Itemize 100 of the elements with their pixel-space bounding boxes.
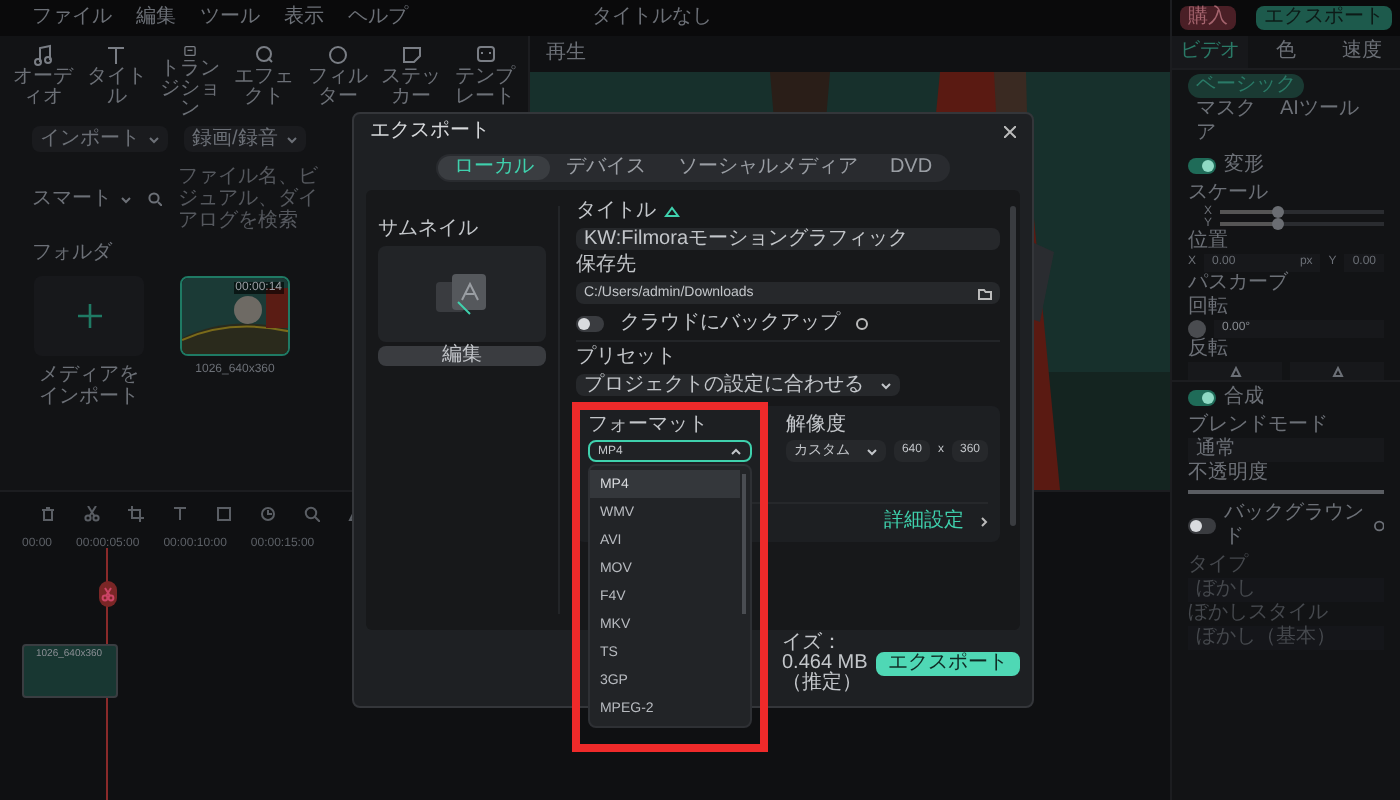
caret-icon: [729, 447, 742, 455]
effect-icon: [254, 44, 274, 66]
caret-icon: [865, 447, 878, 455]
folder-label: フォルダ: [32, 244, 112, 264]
scissors-icon: [84, 506, 100, 522]
field-label: 合成: [1224, 386, 1264, 410]
panel-tab[interactable]: ビデオ: [1172, 36, 1248, 68]
export-button[interactable]: エクスポート: [876, 652, 1020, 676]
toolbar-tab[interactable]: ステッカー: [376, 68, 447, 108]
preview-label: 再生: [546, 44, 586, 64]
menu-item[interactable]: 編集: [136, 8, 176, 28]
panel-subtab[interactable]: マスク: [1188, 98, 1264, 122]
record-dropdown[interactable]: 録画/録音: [184, 126, 306, 152]
thumbnail-preview[interactable]: [378, 246, 546, 342]
advanced-settings-link[interactable]: 詳細設定: [884, 510, 964, 534]
file-size-label: イズ：0.464 MB（推定）: [782, 634, 870, 694]
toggle-label: クラウドにバックアップ: [619, 312, 840, 336]
dialog-tab[interactable]: ローカル: [437, 156, 550, 180]
toggle-switch[interactable]: [1188, 518, 1216, 534]
panel-tab[interactable]: 速度: [1324, 36, 1400, 68]
field-label: タイトル: [575, 200, 656, 224]
rotation-knob[interactable]: [1188, 320, 1206, 338]
export-button[interactable]: エクスポート: [1256, 6, 1392, 30]
field-label: フォーマット: [587, 414, 710, 438]
toolbar-tab[interactable]: トランジション: [155, 60, 226, 120]
field-label: パスカーブ: [1188, 272, 1288, 296]
field-label: ぼかしスタイル: [1188, 602, 1328, 625]
crop-icon: [128, 506, 144, 522]
template-icon: [475, 44, 496, 66]
caret-icon: [285, 135, 298, 143]
menu-item[interactable]: ファイル: [32, 8, 112, 28]
chevron-right-icon: [980, 516, 988, 528]
scrollbar[interactable]: [1010, 206, 1016, 526]
ai-image-icon: [431, 272, 492, 316]
clock-icon: [260, 506, 276, 522]
scissors-icon: [98, 580, 118, 608]
help-icon: [855, 318, 868, 330]
section-label: サムネイル: [378, 218, 480, 242]
caret-icon: [120, 195, 132, 203]
menu-item[interactable]: 表示: [284, 8, 324, 28]
caret-icon: [148, 135, 160, 143]
field-label: 保存先: [575, 254, 638, 278]
toolbar-tab[interactable]: オーディオ: [8, 68, 78, 108]
search-icon: [148, 192, 162, 206]
field-label: 回転: [1188, 296, 1228, 320]
close-icon: [1004, 126, 1016, 138]
panel-subtab[interactable]: ベーシック: [1188, 74, 1304, 98]
dialog-tab[interactable]: ソーシャルメディア: [661, 156, 874, 180]
dialog-tab[interactable]: DVD: [873, 156, 949, 180]
field-label: バックグラウンド: [1224, 502, 1366, 550]
panel-subtab[interactable]: ア: [1188, 122, 1224, 146]
sort-dropdown[interactable]: スマート: [32, 189, 132, 209]
caret-icon: [879, 381, 892, 389]
preset-dropdown[interactable]: プロジェクトの設定に合わせる: [575, 374, 900, 396]
field-label: 変形: [1224, 154, 1264, 178]
dialog-tab[interactable]: デバイス: [549, 156, 662, 180]
sticker-icon: [401, 44, 422, 66]
field-label: 位置: [1188, 230, 1228, 254]
music-note-icon: [32, 44, 53, 66]
menu-item[interactable]: ヘルプ: [348, 8, 408, 28]
filter-icon: [327, 44, 348, 66]
panel-tab[interactable]: 色: [1248, 36, 1324, 68]
zoom-icon: [304, 506, 320, 522]
toolbar-tab[interactable]: フィルター: [302, 68, 373, 108]
text-icon: [172, 506, 188, 522]
tile-caption: メディアをインポート: [37, 364, 141, 408]
field-label: 解像度: [785, 414, 848, 438]
field-label: スケール: [1188, 182, 1268, 205]
blend-mode-dropdown[interactable]: 通常: [1188, 438, 1384, 462]
import-tile[interactable]: [34, 276, 144, 356]
transition-icon: [180, 44, 201, 58]
folder-icon: [978, 287, 992, 299]
toggle-switch[interactable]: [575, 316, 604, 332]
field-label: 反転: [1188, 338, 1228, 362]
text-icon: [106, 44, 127, 66]
toggle-switch[interactable]: [1188, 158, 1216, 174]
toolbar-tab[interactable]: テンプレート: [450, 68, 521, 108]
rectangle-icon: [216, 506, 232, 522]
field-label: タイプ: [1188, 554, 1248, 578]
buy-button[interactable]: 購入: [1180, 6, 1236, 30]
flip-horizontal-icon: [1331, 365, 1343, 377]
menu-item[interactable]: ツール: [200, 8, 260, 28]
field-label: プリセット: [575, 346, 678, 370]
flip-vertical-icon: [1229, 365, 1241, 377]
toolbar-tab[interactable]: タイトル: [81, 68, 152, 108]
search-field[interactable]: ファイル名、ビジュアル、ダイアログを検索: [178, 166, 334, 232]
plus-icon: [77, 304, 101, 328]
toolbar-tab[interactable]: エフェクト: [229, 68, 299, 108]
title-field[interactable]: KW:Filmoraモーショングラフィック: [575, 228, 1000, 250]
panel-subtab[interactable]: AIツール: [1272, 98, 1367, 122]
scrollbar[interactable]: [741, 474, 746, 614]
dialog-title: エクスポート: [370, 122, 490, 142]
help-icon: [1373, 520, 1384, 532]
window-title: タイトルなし: [592, 8, 712, 28]
toggle-switch[interactable]: [1188, 390, 1216, 406]
edit-button[interactable]: 編集: [378, 346, 546, 366]
field-label: 不透明度: [1188, 462, 1268, 486]
trash-icon: [40, 506, 56, 522]
field-label: ブレンドモード: [1188, 414, 1328, 437]
import-dropdown[interactable]: インポート: [32, 126, 168, 152]
